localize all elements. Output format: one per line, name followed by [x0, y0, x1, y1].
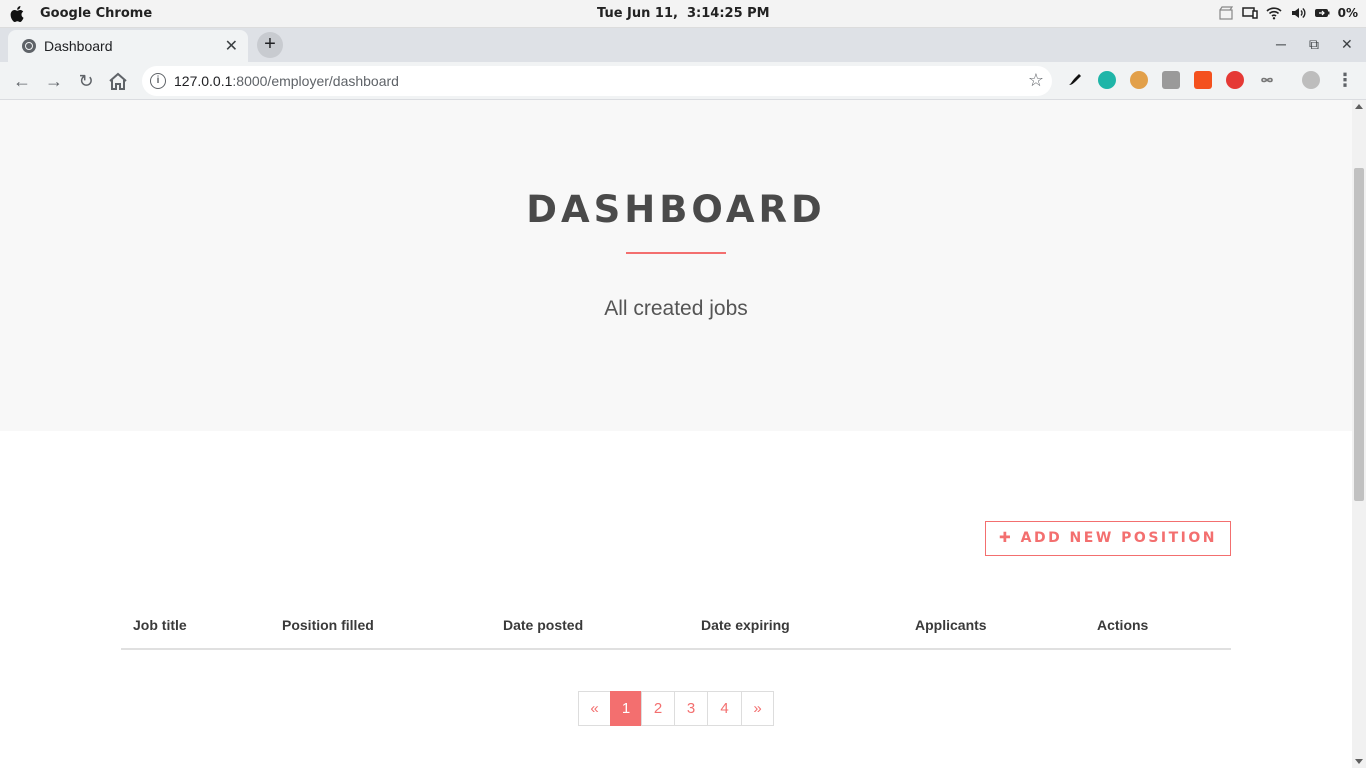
- kebab-menu-icon[interactable]: ⋮: [1336, 70, 1354, 91]
- title-divider: [626, 252, 726, 254]
- minimize-icon[interactable]: ─: [1276, 36, 1286, 52]
- system-tray: 0%: [1218, 5, 1358, 21]
- pagination-page-2[interactable]: 2: [641, 691, 675, 726]
- add-new-position-button[interactable]: ✚ ADD NEW POSITION: [985, 521, 1231, 556]
- tab-strip: Dashboard ✕ + ─ ⧉ ✕: [0, 28, 1366, 62]
- scrollbar-thumb[interactable]: [1354, 168, 1364, 501]
- back-icon[interactable]: ←: [10, 69, 34, 93]
- battery-percent: 0%: [1337, 6, 1358, 20]
- tv-extension-icon[interactable]: [1226, 71, 1244, 89]
- column-header-job-title[interactable]: Job title: [133, 617, 187, 633]
- bookmark-star-icon[interactable]: ☆: [1028, 70, 1044, 91]
- plus-icon: ✚: [999, 530, 1014, 546]
- cookie-extension-icon[interactable]: [1130, 71, 1148, 89]
- browser-toolbar: ← → ↻ i 127.0.0.1:8000/employer/dashboar…: [0, 62, 1366, 100]
- column-header-actions[interactable]: Actions: [1097, 617, 1148, 633]
- column-header-date-expiring[interactable]: Date expiring: [701, 617, 790, 633]
- home-icon[interactable]: [106, 70, 130, 94]
- display-icon[interactable]: [1241, 5, 1258, 21]
- close-window-icon[interactable]: ✕: [1341, 36, 1353, 53]
- jobs-table: Job title Position filled Date posted Da…: [121, 605, 1231, 650]
- pagination-next[interactable]: »: [741, 691, 774, 726]
- pagination-page-1[interactable]: 1: [610, 691, 642, 726]
- page-subtitle: All created jobs: [604, 297, 748, 320]
- m-extension-icon[interactable]: [1098, 71, 1116, 89]
- new-tab-button[interactable]: +: [257, 32, 283, 58]
- gear-extension-icon[interactable]: [1194, 71, 1212, 89]
- pagination-page-4[interactable]: 4: [707, 691, 742, 726]
- puzzle-extension-icon[interactable]: [1162, 71, 1180, 89]
- volume-icon[interactable]: [1290, 5, 1306, 21]
- tab-dashboard[interactable]: Dashboard ✕: [8, 30, 248, 62]
- os-menu-bar: Google Chrome Tue Jun 11, 3:14:25 PM 0%: [0, 0, 1366, 28]
- scroll-down-icon[interactable]: [1355, 759, 1363, 764]
- reload-icon[interactable]: ↻: [74, 69, 98, 93]
- tab-title: Dashboard: [44, 38, 113, 54]
- globe-icon: [22, 39, 36, 53]
- wifi-icon[interactable]: [1266, 5, 1282, 21]
- clock[interactable]: Tue Jun 11, 3:14:25 PM: [597, 6, 770, 21]
- battery-icon[interactable]: [1314, 5, 1330, 21]
- scroll-up-icon[interactable]: [1355, 104, 1363, 109]
- page-scrollbar[interactable]: [1352, 100, 1366, 768]
- column-header-applicants[interactable]: Applicants: [915, 617, 987, 633]
- forward-icon[interactable]: →: [42, 69, 66, 93]
- app-name[interactable]: Google Chrome: [40, 6, 152, 21]
- apple-icon[interactable]: [10, 5, 26, 23]
- url-text[interactable]: 127.0.0.1:8000/employer/dashboard: [174, 73, 399, 89]
- pagination-page-3[interactable]: 3: [674, 691, 708, 726]
- site-info-icon[interactable]: i: [150, 73, 166, 89]
- address-bar[interactable]: i 127.0.0.1:8000/employer/dashboard ☆: [142, 66, 1052, 96]
- infinity-extension-icon[interactable]: [1258, 71, 1276, 89]
- pagination: « 1 2 3 4 »: [578, 691, 774, 726]
- brush-extension-icon[interactable]: [1066, 71, 1084, 89]
- hero-section: DASHBOARD All created jobs: [0, 100, 1352, 431]
- close-tab-icon[interactable]: ✕: [225, 36, 238, 56]
- column-header-position-filled[interactable]: Position filled: [282, 617, 374, 633]
- column-header-date-posted[interactable]: Date posted: [503, 617, 583, 633]
- add-new-position-label: ADD NEW POSITION: [1020, 530, 1217, 546]
- profile-avatar-icon[interactable]: [1302, 71, 1320, 89]
- page-title: DASHBOARD: [526, 188, 826, 231]
- pagination-prev[interactable]: «: [578, 691, 611, 726]
- clapper-icon[interactable]: [1218, 5, 1234, 21]
- restore-icon[interactable]: ⧉: [1309, 36, 1319, 53]
- page-content: DASHBOARD All created jobs ✚ ADD NEW POS…: [0, 100, 1352, 768]
